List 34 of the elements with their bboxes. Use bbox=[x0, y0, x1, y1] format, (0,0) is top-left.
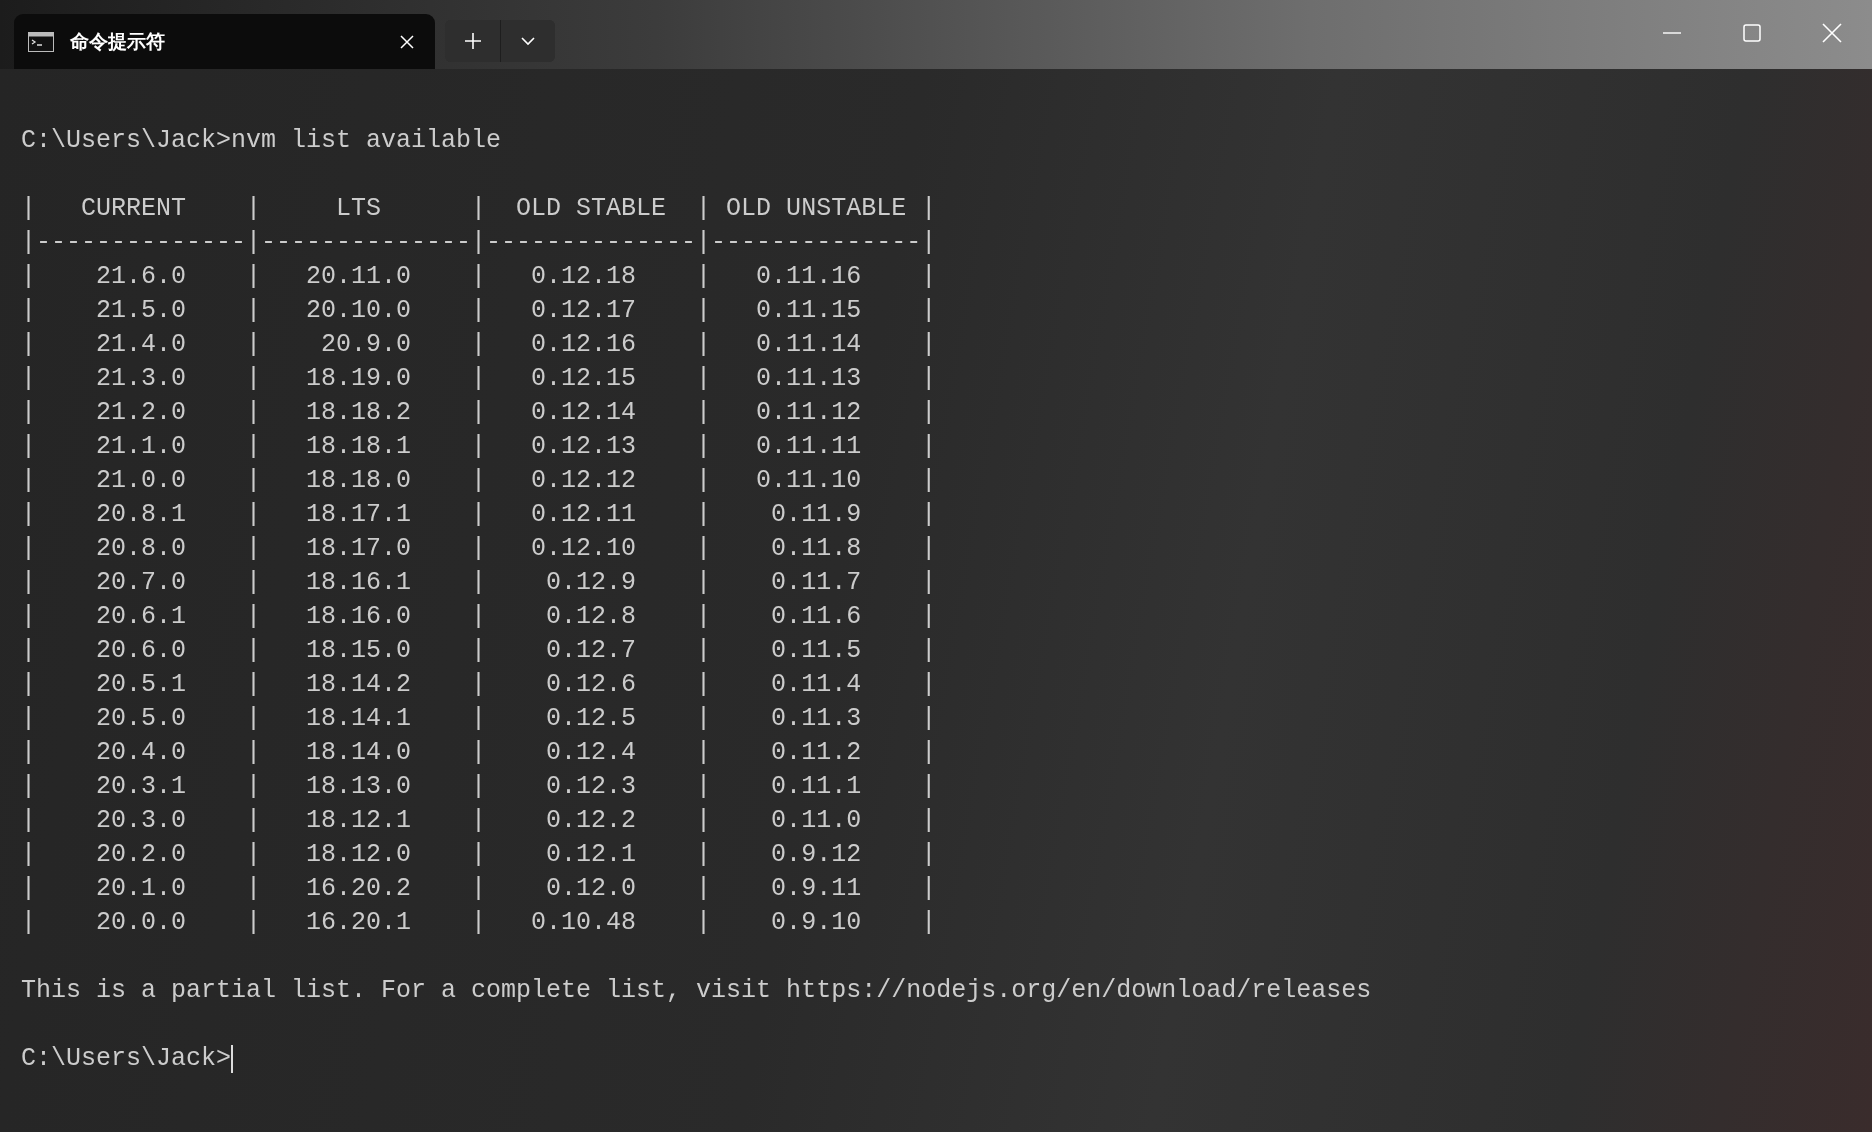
close-icon bbox=[1822, 23, 1842, 43]
terminal-line: C:\Users\Jack>nvm list available bbox=[21, 125, 502, 157]
terminal-line: | 21.3.0 | 18.19.0 | 0.12.15 | 0.11.13 | bbox=[21, 363, 937, 395]
caret-icon bbox=[521, 36, 535, 46]
terminal-line: | 21.0.0 | 18.18.0 | 0.12.12 | 0.11.10 | bbox=[21, 465, 937, 497]
terminal-tab[interactable]: 命令提示符 bbox=[14, 14, 435, 69]
close-icon[interactable] bbox=[399, 33, 415, 50]
terminal-line: | 21.5.0 | 20.10.0 | 0.12.17 | 0.11.15 | bbox=[21, 295, 937, 327]
terminal-line: | 21.1.0 | 18.18.1 | 0.12.13 | 0.11.11 | bbox=[21, 431, 937, 463]
terminal-line: | 20.3.1 | 18.13.0 | 0.12.3 | 0.11.1 | bbox=[21, 771, 937, 803]
terminal-line: | 20.0.0 | 16.20.1 | 0.10.48 | 0.9.10 | bbox=[21, 907, 937, 939]
maximize-icon bbox=[1743, 24, 1761, 42]
terminal-line: | 20.8.1 | 18.17.1 | 0.12.11 | 0.11.9 | bbox=[21, 499, 937, 531]
terminal-line: | 21.2.0 | 18.18.2 | 0.12.14 | 0.11.12 | bbox=[21, 397, 937, 429]
terminal-line: | 20.7.0 | 18.16.1 | 0.12.9 | 0.11.7 | bbox=[21, 567, 937, 599]
terminal-line: | 20.5.0 | 18.14.1 | 0.12.5 | 0.11.3 | bbox=[21, 703, 937, 735]
command-prompt-icon bbox=[28, 31, 54, 52]
terminal-line: | 20.8.0 | 18.17.0 | 0.12.10 | 0.11.8 | bbox=[21, 533, 937, 565]
terminal-line: | 20.6.0 | 18.15.0 | 0.12.7 | 0.11.5 | bbox=[21, 635, 937, 667]
terminal-line: This is a partial list. For a complete list, visit https://nodejs.org/en/download/releases bbox=[21, 975, 1372, 1007]
terminal-line: | 20.4.0 | 18.14.0 | 0.12.4 | 0.11.2 | bbox=[21, 737, 937, 769]
minimize-icon bbox=[1663, 32, 1681, 34]
terminal-line: C:\Users\Jack> bbox=[21, 1043, 232, 1075]
terminal-line: | 20.1.0 | 16.20.2 | 0.12.0 | 0.9.11 | bbox=[21, 873, 937, 905]
terminal-line: | CURRENT | LTS | OLD STABLE | OLD UNSTABLE | bbox=[21, 193, 937, 225]
terminal-line: | 21.4.0 | 20.9.0 | 0.12.16 | 0.11.14 | bbox=[21, 329, 937, 361]
terminal-line: | 20.2.0 | 18.12.0 | 0.12.1 | 0.9.12 | bbox=[21, 839, 937, 871]
plus-icon bbox=[463, 32, 482, 50]
tab-title: 命令提示符 bbox=[70, 28, 166, 54]
terminal-line: | 20.6.1 | 18.16.0 | 0.12.8 | 0.11.6 | bbox=[21, 601, 937, 633]
terminal-line: | 21.6.0 | 20.11.0 | 0.12.18 | 0.11.16 | bbox=[21, 261, 937, 293]
terminal-line: |--------------|--------------|--------------|--------------| bbox=[21, 227, 937, 259]
terminal-line: | 20.5.1 | 18.14.2 | 0.12.6 | 0.11.4 | bbox=[21, 669, 937, 701]
terminal-line: | 20.3.0 | 18.12.1 | 0.12.2 | 0.11.0 | bbox=[21, 805, 937, 837]
